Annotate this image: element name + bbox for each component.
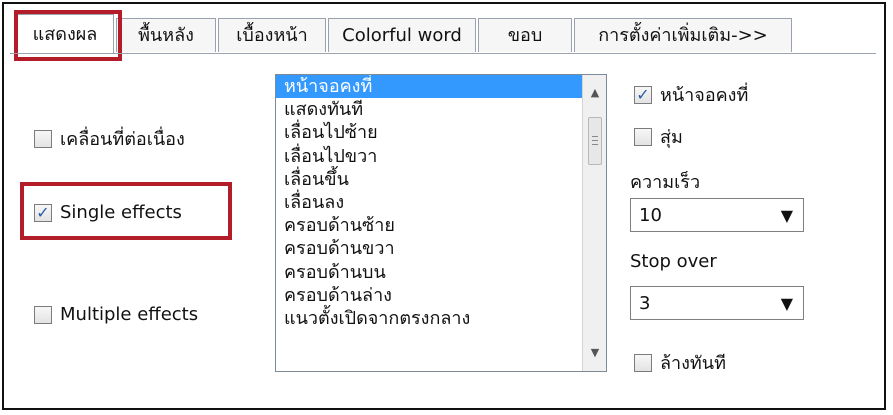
checkmark-icon: ✓ [36, 202, 50, 222]
tab-bar: แสดงผล พื้นหลัง เบื้องหน้า Colorful word… [10, 14, 876, 54]
list-item[interactable]: เลื่อนไปขวา [276, 145, 582, 168]
clear-immediately-option[interactable]: ล้างทันที [634, 348, 726, 377]
random-checkbox[interactable] [634, 127, 652, 146]
continuous-move-checkbox[interactable] [34, 129, 52, 148]
continuous-move-label: เคลื่อนที่ต่อเนื่อง [60, 129, 185, 150]
scroll-up-icon[interactable]: ▲ [583, 83, 606, 103]
clear-immediately-checkbox[interactable] [634, 353, 652, 372]
checkmark-icon: ✓ [636, 84, 650, 104]
random-label: สุ่ม [660, 127, 683, 148]
list-item[interactable]: เลื่อนขึ้น [276, 168, 582, 191]
chevron-down-icon: ▼ [780, 205, 793, 225]
list-item[interactable]: ครอบด้านบน [276, 261, 582, 284]
clear-immediately-label: ล้างทันที [660, 353, 726, 374]
list-item[interactable]: ครอบด้านซ้าย [276, 214, 582, 237]
single-effects-checkbox[interactable]: ✓ [34, 202, 52, 222]
tab-colorful-word[interactable]: Colorful word [328, 18, 476, 52]
list-item[interactable]: ครอบด้านขวา [276, 237, 582, 260]
stop-over-label: Stop over [630, 251, 717, 272]
speed-label: ความเร็ว [630, 172, 701, 193]
tab-foreground[interactable]: เบื้องหน้า [218, 18, 326, 52]
tab-display[interactable]: แสดงผล [16, 14, 114, 54]
effects-list-items: หน้าจอคงที่ แสดงทันที เลื่อนไปซ้าย เลื่อ… [276, 75, 582, 330]
tab-border[interactable]: ขอบ [478, 18, 572, 52]
list-item[interactable]: เลื่อนลง [276, 191, 582, 214]
multiple-effects-label: Multiple effects [60, 304, 199, 325]
tab-more-settings[interactable]: การตั้งค่าเพิ่มเติม->> [574, 18, 792, 52]
static-screen-checkbox[interactable]: ✓ [634, 84, 652, 104]
list-item[interactable]: เลื่อนไปซ้าย [276, 121, 582, 144]
random-option[interactable]: สุ่ม [634, 122, 683, 151]
multiple-effects-option[interactable]: Multiple effects [34, 304, 198, 325]
list-item[interactable]: ครอบด้านล่าง [276, 284, 582, 307]
effects-list[interactable]: หน้าจอคงที่ แสดงทันที เลื่อนไปซ้าย เลื่อ… [275, 74, 607, 372]
list-item[interactable]: หน้าจอคงที่ [276, 75, 582, 99]
tab-background[interactable]: พื้นหลัง [116, 18, 216, 52]
single-effects-label: Single effects [60, 202, 182, 223]
single-effects-option[interactable]: ✓ Single effects [34, 202, 182, 223]
scroll-down-icon[interactable]: ▼ [583, 343, 606, 363]
speed-value: 10 [639, 204, 662, 226]
continuous-move-option[interactable]: เคลื่อนที่ต่อเนื่อง [34, 124, 185, 153]
multiple-effects-checkbox[interactable] [34, 305, 52, 324]
static-screen-label: หน้าจอคงที่ [660, 85, 749, 106]
speed-select[interactable]: 10 ▼ [630, 198, 804, 232]
stop-over-value: 3 [639, 292, 651, 314]
list-item[interactable]: แนวตั้งเปิดจากตรงกลาง [276, 307, 582, 330]
list-item[interactable]: แสดงทันที [276, 98, 582, 121]
scroll-thumb[interactable] [588, 117, 602, 165]
chevron-down-icon: ▼ [780, 293, 793, 313]
effects-list-scrollbar[interactable]: ▲ ▼ [582, 75, 606, 371]
stop-over-select[interactable]: 3 ▼ [630, 286, 804, 320]
static-screen-option[interactable]: ✓ หน้าจอคงที่ [634, 80, 748, 109]
